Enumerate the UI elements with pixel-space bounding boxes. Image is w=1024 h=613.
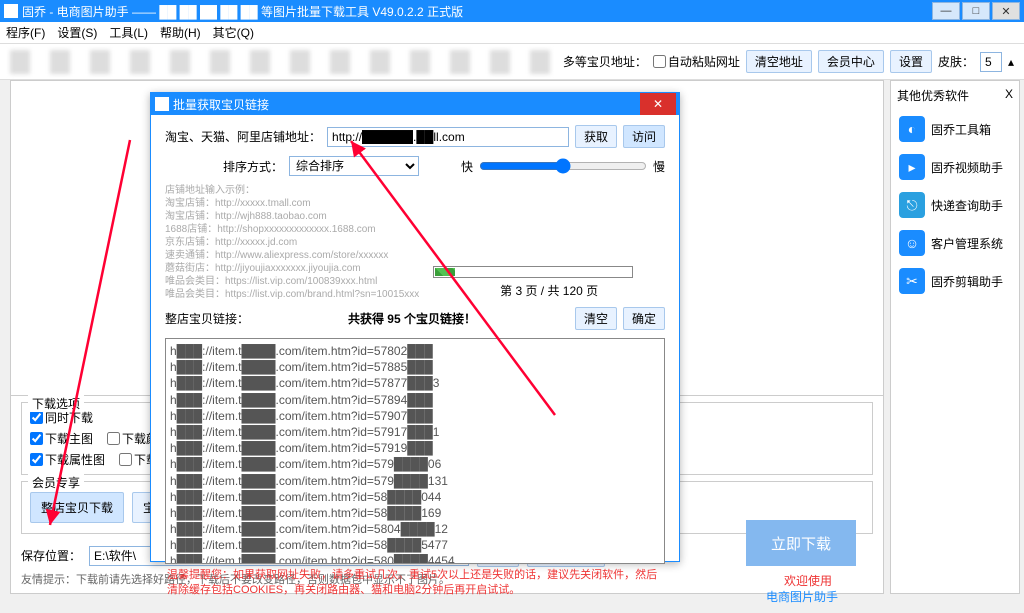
tool-item-4[interactable]: ✂固乔剪辑助手 — [897, 262, 1013, 300]
slow-label-dialog: 慢 — [653, 158, 665, 175]
dialog-app-icon — [155, 97, 169, 111]
welcome-text: 欢迎使用 — [784, 572, 832, 589]
tool-item-3[interactable]: ☺客户管理系统 — [897, 224, 1013, 262]
skin-up-icon[interactable]: ▴ — [1008, 55, 1014, 69]
dialog-title: 批量获取宝贝链接 — [173, 96, 640, 113]
clear-list-button[interactable]: 清空 — [575, 307, 617, 330]
menubar: 程序(F) 设置(S) 工具(L) 帮助(H) 其它(Q) — [0, 22, 1024, 44]
list-item[interactable]: h███://item.t████.com/item.htm?id=5804██… — [170, 521, 660, 537]
sort-select[interactable]: 综合排序 — [289, 156, 419, 176]
skin-label: 皮肤： — [938, 53, 974, 70]
address-toolbar: 多等宝贝地址： 自动粘贴网址 清空地址 会员中心 设置 皮肤： ▴ — [0, 44, 1024, 80]
window-titlebar: 固乔 - 电商图片助手 —— ██ ██ ██ ██ ██ 等图片批量下载工具 … — [0, 0, 1024, 22]
save-path-label: 保存位置： — [21, 547, 81, 564]
tool-icon: ✂ — [899, 268, 925, 294]
maximize-button[interactable]: □ — [962, 2, 990, 20]
download-attr-image-checkbox[interactable]: 下载属性图 — [30, 451, 105, 468]
welcome-link[interactable]: 电商图片助手 — [766, 588, 838, 605]
links-listbox[interactable]: h███://item.t████.com/item.htm?id=57802█… — [165, 338, 665, 564]
download-options-title: 下载选项 — [28, 395, 84, 412]
tool-item-2[interactable]: ⎋快递查询助手 — [897, 186, 1013, 224]
visit-button[interactable]: 访问 — [623, 125, 665, 148]
minimize-button[interactable]: — — [932, 2, 960, 20]
list-item[interactable]: h███://item.t████.com/item.htm?id=57907█… — [170, 408, 660, 424]
other-software-close-icon[interactable]: X — [1005, 87, 1013, 104]
dialog-footer-hint: 温馨提醒您：如果获取网址失败，请多重试几次。重试5次以上还是失败的话，建议先关闭… — [165, 564, 665, 603]
tool-icon: ◐ — [899, 116, 925, 142]
list-item[interactable]: h███://item.t████.com/item.htm?id=57885█… — [170, 359, 660, 375]
window-title: 固乔 - 电商图片助手 —— ██ ██ ██ ██ ██ 等图片批量下载工具 … — [22, 3, 930, 20]
menu-settings[interactable]: 设置(S) — [57, 24, 97, 41]
example-text: 店铺地址输入示例： 淘宝店铺：http://xxxxx.tmall.com 淘宝… — [165, 184, 419, 301]
addr-label-tail: 多等宝贝地址： — [563, 53, 647, 70]
progress-bar — [433, 266, 633, 278]
download-now-button[interactable]: 立即下载 — [746, 520, 856, 566]
list-item[interactable]: h███://item.t████.com/item.htm?id=58████… — [170, 505, 660, 521]
download-main-image-checkbox[interactable]: 下载主图 — [30, 430, 93, 447]
tool-icon: ☺ — [899, 230, 925, 256]
settings-button[interactable]: 设置 — [890, 50, 932, 73]
whole-shop-download-button[interactable]: 整店宝贝下载 — [30, 492, 124, 523]
ok-button[interactable]: 确定 — [623, 307, 665, 330]
dialog-titlebar[interactable]: 批量获取宝贝链接 ✕ — [151, 93, 679, 115]
shop-address-input[interactable] — [327, 127, 569, 147]
list-item[interactable]: h███://item.t████.com/item.htm?id=579███… — [170, 473, 660, 489]
tool-icon: ⎋ — [899, 192, 925, 218]
get-button[interactable]: 获取 — [575, 125, 617, 148]
speed-slider-dialog[interactable] — [479, 158, 647, 174]
member-center-button[interactable]: 会员中心 — [818, 50, 884, 73]
sort-label: 排序方式： — [165, 158, 283, 175]
menu-other[interactable]: 其它(Q) — [213, 24, 254, 41]
menu-program[interactable]: 程序(F) — [6, 24, 45, 41]
tool-icon: ▸ — [899, 154, 925, 180]
menu-tools[interactable]: 工具(L) — [109, 24, 148, 41]
list-item[interactable]: h███://item.t████.com/item.htm?id=580███… — [170, 553, 660, 564]
list-item[interactable]: h███://item.t████.com/item.htm?id=57919█… — [170, 440, 660, 456]
list-item[interactable]: h███://item.t████.com/item.htm?id=579███… — [170, 456, 660, 472]
member-title: 会员专享 — [28, 474, 84, 491]
list-item[interactable]: h███://item.t████.com/item.htm?id=57917█… — [170, 424, 660, 440]
other-software-panel: 其他优秀软件 X ◐固乔工具箱 ▸固乔视频助手 ⎋快递查询助手 ☺客户管理系统 … — [890, 80, 1020, 594]
dialog-close-button[interactable]: ✕ — [640, 93, 676, 115]
list-item[interactable]: h███://item.t████.com/item.htm?id=58████… — [170, 489, 660, 505]
shop-address-label: 淘宝、天猫、阿里店铺地址： — [165, 128, 321, 145]
list-item[interactable]: h███://item.t████.com/item.htm?id=57802█… — [170, 343, 660, 359]
batch-links-dialog: 批量获取宝贝链接 ✕ 淘宝、天猫、阿里店铺地址： 获取 访问 排序方式： 综合排… — [150, 92, 680, 562]
skin-input[interactable] — [980, 52, 1002, 72]
auto-paste-checkbox[interactable]: 自动粘贴网址 — [653, 53, 740, 70]
page-info: 第 3 页 / 共 120 页 — [433, 282, 665, 299]
list-item[interactable]: h███://item.t████.com/item.htm?id=57877█… — [170, 375, 660, 391]
clear-address-button[interactable]: 清空地址 — [746, 50, 812, 73]
address-blur — [10, 50, 557, 74]
other-software-title: 其他优秀软件 — [897, 87, 969, 104]
menu-help[interactable]: 帮助(H) — [160, 24, 201, 41]
app-icon — [4, 4, 18, 18]
fast-label: 快 — [461, 158, 473, 175]
list-item[interactable]: h███://item.t████.com/item.htm?id=57894█… — [170, 392, 660, 408]
links-label: 整店宝贝链接： — [165, 310, 249, 327]
list-item[interactable]: h███://item.t████.com/item.htm?id=58████… — [170, 537, 660, 553]
got-count: 共获得 95 个宝贝链接！ — [255, 310, 569, 327]
tool-item-0[interactable]: ◐固乔工具箱 — [897, 110, 1013, 148]
tool-item-1[interactable]: ▸固乔视频助手 — [897, 148, 1013, 186]
close-button[interactable]: ✕ — [992, 2, 1020, 20]
